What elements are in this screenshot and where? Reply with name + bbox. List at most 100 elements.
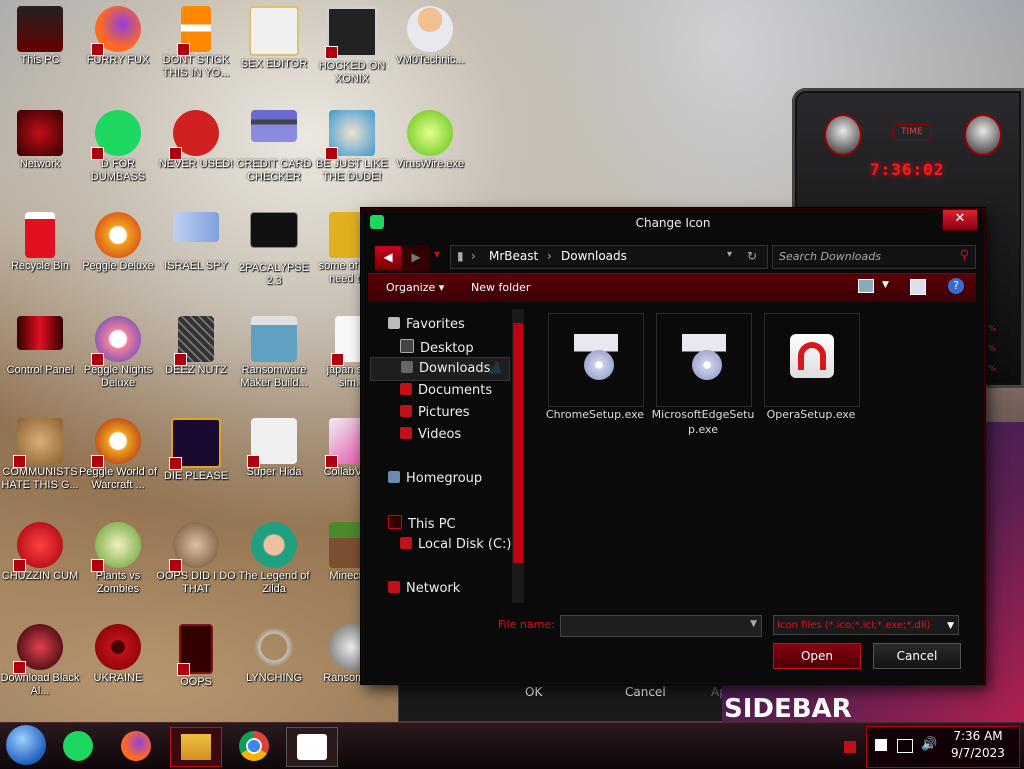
new-folder-button[interactable]: New folder [471,281,530,294]
nav-homegroup[interactable]: Homegroup [388,471,482,486]
desktop-icon-download-black[interactable]: Download Black Al... [0,624,80,698]
desktop-icon [400,339,414,353]
file-item[interactable] [764,313,860,407]
desktop-icon-communists[interactable]: COMMUNISTS HATE THIS G... [0,418,80,492]
back-button[interactable]: ◀ [374,245,402,271]
network-share-icon [173,212,219,242]
desktop-icon-zilda[interactable]: The Legend of Zilda [234,522,314,596]
action-center-flag-icon[interactable] [875,739,887,751]
desktop-icon-ransomware-maker[interactable]: Ransomware Maker Build... [234,316,314,390]
taskbar-spotify[interactable] [58,727,98,765]
network-icon [388,581,400,593]
file-name: ChromeSetup.exe [545,408,645,421]
desktop-icon-israel-spy[interactable]: ISRAEL SPY [156,212,236,273]
desktop-icon-vm0technic[interactable]: VM0Technic... [390,6,470,67]
help-icon[interactable]: ? [948,278,964,294]
nav-downloads[interactable]: Downloads [370,357,510,381]
file-item[interactable] [656,313,752,407]
network-tray-icon[interactable] [897,739,913,753]
desktop-icon-deez-nutz[interactable]: DEEZ NUTZ [156,316,236,377]
desktop-icon-control-panel[interactable]: Control Panel [0,316,80,377]
desktop-icon-be-just-like[interactable]: BE JUST LIKE THE DUDE! [312,110,392,184]
desktop-icon-die-please[interactable]: DIE PLEASE [156,418,236,483]
background-cancel-button[interactable]: Cancel [625,685,666,699]
spotify-icon [63,731,93,761]
desktop-icon-credit-card[interactable]: CREDIT CARD CHECKER [234,110,314,184]
desktop-icon-furry-fux[interactable]: FURRY FUX [78,6,158,67]
breadcrumb-mrbeast[interactable]: MrBeast [489,249,538,263]
taskbar-firefox[interactable] [116,727,156,765]
desktop-icon-oops-did-i[interactable]: OOPS DID I DO THAT [156,522,236,596]
taskbar-chrome[interactable] [232,727,276,765]
file-name-dropdown-icon[interactable]: ▼ [750,619,757,629]
dialog-titlebar[interactable]: Change Icon ✕ [362,209,984,239]
close-button[interactable]: ✕ [942,209,978,231]
nav-this-pc[interactable]: This PC [388,515,456,532]
search-input[interactable]: Search Downloads [779,250,881,263]
desktop-icon-peggle-wow[interactable]: Peggle World of Warcraft ... [78,418,158,492]
desktop-icon-dont-stick[interactable]: DONT STICK THIS IN YO... [156,6,236,80]
navigation-pane: Favorites Desktop Downloads Documents Pi… [368,309,514,605]
nav-favorites[interactable]: Favorites [388,317,465,332]
desktop-icon-never-used[interactable]: NEVER USED! [156,110,236,171]
organize-button[interactable]: Organize ▾ [386,281,444,294]
nav-pictures[interactable]: Pictures [400,405,469,420]
desktop-icon-pvz[interactable]: Plants vs Zombies [78,522,158,596]
file-name-input[interactable]: ▼ [560,615,762,637]
open-button[interactable]: Open [773,643,861,669]
recent-locations-icon[interactable]: ▼ [434,250,440,259]
background-ok-button[interactable]: OK [525,685,542,699]
taskbar-opera[interactable] [286,727,338,767]
nav-scrollbar[interactable] [512,309,524,603]
search-box[interactable]: Search Downloads ⚲ [772,245,976,269]
desktop-icon-chuzzin[interactable]: CHUZZIN CUM [0,522,80,583]
monitor-icon [17,6,63,52]
preview-pane-icon[interactable] [910,279,926,295]
desktop-icon-ukraine[interactable]: UKRAINE [78,624,158,685]
desktop-icon-this-pc[interactable]: This PC [0,6,80,67]
nav-network[interactable]: Network [388,581,460,596]
taskbar-file-explorer[interactable] [170,727,222,767]
taskbar-clock[interactable]: 7:36 AM 9/7/2023 [940,728,1016,762]
view-options-icon[interactable] [858,279,874,293]
nav-desktop[interactable]: Desktop [400,339,474,356]
address-bar[interactable]: ▮ › MrBeast › Downloads ▾ ↻ [450,245,768,269]
desktop-icon-super-hida[interactable]: Super Hida [234,418,314,479]
credit-card-icon [251,110,297,142]
breadcrumb-downloads[interactable]: Downloads [561,249,627,263]
desktop-icon-peggle-deluxe[interactable]: Peggle Deluxe [78,212,158,273]
forward-button[interactable]: ▶ [402,245,430,271]
desktop-icon-d-for-dumbass[interactable]: D FOR DUMBASS [78,110,158,184]
start-orb-icon[interactable] [6,725,46,765]
desktop-icon-viruswire[interactable]: VirusWire.exe [390,110,470,171]
show-hidden-icons[interactable] [844,741,856,753]
desktop-icon-network[interactable]: Network [0,110,80,171]
desktop-icon-2pacalypse[interactable]: 2PACALYPSE 2.3 [234,212,314,288]
dialog-title: Change Icon [635,216,711,230]
address-dropdown-icon[interactable]: ▾ [727,249,732,260]
search-icon[interactable]: ⚲ [959,248,969,263]
gadget-percent: % [988,324,996,333]
alien-head-icon [964,114,1002,156]
doctor-icon [407,6,453,52]
desktop-icon-oops[interactable]: OOPS [156,624,236,689]
cancel-button[interactable]: Cancel [873,643,961,669]
desktop-icon-hocked-on-xonix[interactable]: HOCKED ON XONIX [312,6,392,86]
file-type-select[interactable]: Icon files (*.ico;*.icl;*.exe;*.dll) ▼ [773,615,959,635]
file-item[interactable] [548,313,644,407]
nav-videos[interactable]: Videos [400,427,461,442]
desktop-icon-sex-editor[interactable]: SEX EDITOR [234,6,314,71]
control-panel-icon [17,316,63,350]
desktop-icon-lynching[interactable]: LYNCHING [234,624,314,685]
clock-time: 7:36 AM [953,729,1003,743]
firefox-icon [91,6,141,56]
drive-icon [400,537,412,549]
nav-local-disk[interactable]: Local Disk (C:) [400,537,511,552]
scrollbar-thumb[interactable] [513,323,523,563]
desktop-icon-recycle-bin[interactable]: Recycle Bin [0,212,80,273]
refresh-icon[interactable]: ↻ [747,249,757,263]
view-dropdown-icon[interactable]: ▼ [882,280,889,290]
volume-icon[interactable]: 🔊 [921,737,937,752]
nav-documents[interactable]: Documents [400,383,492,398]
desktop-icon-peggle-nights[interactable]: Peggle Nights Deluxe [78,316,158,390]
